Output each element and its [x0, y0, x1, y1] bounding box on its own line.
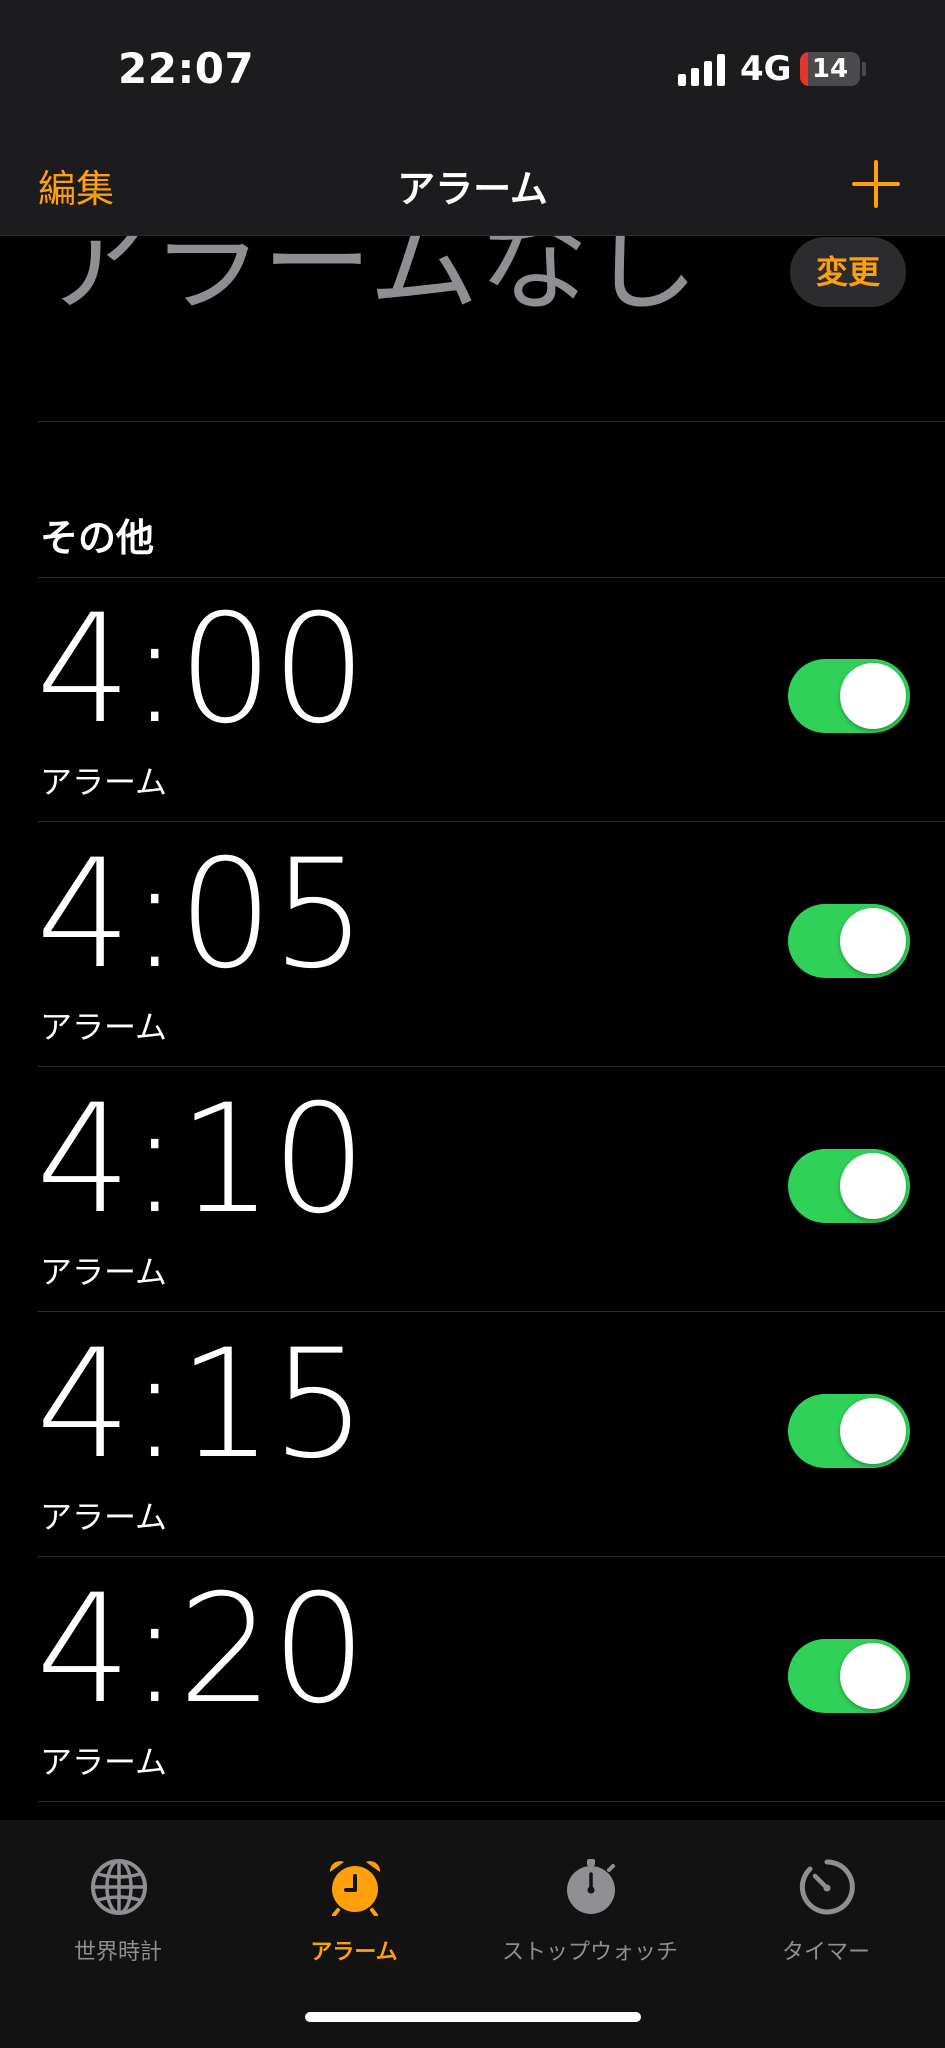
- alarm-time: 4:15: [36, 1318, 367, 1492]
- toggle-knob: [840, 1643, 906, 1709]
- alarm-row[interactable]: 4:05 アラーム: [0, 822, 945, 1067]
- alarm-toggle[interactable]: [788, 1394, 910, 1468]
- alarm-label: アラーム: [40, 1498, 168, 1536]
- cellular-signal-icon: [678, 54, 728, 86]
- navigation-bar: 編集 アラーム: [0, 140, 945, 236]
- sleep-divider: [38, 421, 945, 422]
- alarm-time: 4:05: [36, 828, 367, 1002]
- sleep-schedule-row: アラームなし 変更: [0, 235, 945, 421]
- alarm-label: アラーム: [40, 1253, 168, 1291]
- timer-icon: [799, 1859, 855, 1915]
- status-time: 22:07: [118, 44, 255, 93]
- battery-level: 14: [811, 54, 849, 84]
- toggle-knob: [840, 1398, 906, 1464]
- alarm-time: 4:10: [36, 1073, 367, 1247]
- section-header-other: その他: [40, 516, 155, 560]
- tab-timer[interactable]: タイマー: [708, 1820, 944, 1970]
- page-title: アラーム: [397, 167, 548, 211]
- change-button[interactable]: 変更: [790, 237, 906, 307]
- alarm-label: アラーム: [40, 1743, 168, 1781]
- status-bar: 22:07 4G 14: [0, 0, 945, 140]
- alarm-label: アラーム: [40, 1008, 168, 1046]
- alarm-clock-icon: [329, 1861, 381, 1916]
- tab-label: アラーム: [310, 1940, 398, 1965]
- alarm-toggle[interactable]: [788, 1149, 910, 1223]
- battery-icon: 14: [800, 52, 860, 86]
- alarm-toggle[interactable]: [788, 1639, 910, 1713]
- alarm-toggle[interactable]: [788, 904, 910, 978]
- alarm-row[interactable]: 4:10 アラーム: [0, 1067, 945, 1312]
- alarm-row[interactable]: 4:20 アラーム: [0, 1557, 945, 1802]
- alarm-list: 4:00 アラーム 4:05 アラーム 4:10 アラーム 4:15 アラーム …: [0, 577, 945, 1802]
- globe-icon: [91, 1859, 147, 1915]
- alarm-time: 4:20: [36, 1563, 367, 1737]
- alarm-time: 4:00: [36, 583, 367, 757]
- tab-alarm[interactable]: アラーム: [236, 1820, 472, 1970]
- stopwatch-icon: [567, 1859, 615, 1914]
- alarm-label: アラーム: [40, 763, 168, 801]
- row-divider: [38, 1801, 945, 1802]
- toggle-knob: [840, 908, 906, 974]
- alarm-row[interactable]: 4:15 アラーム: [0, 1312, 945, 1557]
- alarm-row[interactable]: 4:00 アラーム: [0, 577, 945, 822]
- network-type: 4G: [740, 49, 792, 89]
- alarm-content[interactable]: アラームなし 変更 その他 4:00 アラーム 4:05 アラーム 4:10 ア…: [0, 235, 945, 1820]
- toggle-knob: [840, 1153, 906, 1219]
- plus-icon[interactable]: [852, 160, 900, 208]
- home-indicator[interactable]: [305, 2012, 641, 2022]
- toggle-knob: [840, 663, 906, 729]
- tab-label: 世界時計: [73, 1940, 162, 1965]
- no-alarm-text: アラームなし: [42, 235, 699, 327]
- tab-world-clock[interactable]: 世界時計: [0, 1820, 236, 1970]
- tab-stopwatch[interactable]: ストップウォッチ: [472, 1820, 708, 1970]
- alarm-toggle[interactable]: [788, 659, 910, 733]
- tab-label: ストップウォッチ: [501, 1940, 678, 1965]
- tab-label: タイマー: [781, 1940, 870, 1965]
- battery-tip: [862, 62, 866, 76]
